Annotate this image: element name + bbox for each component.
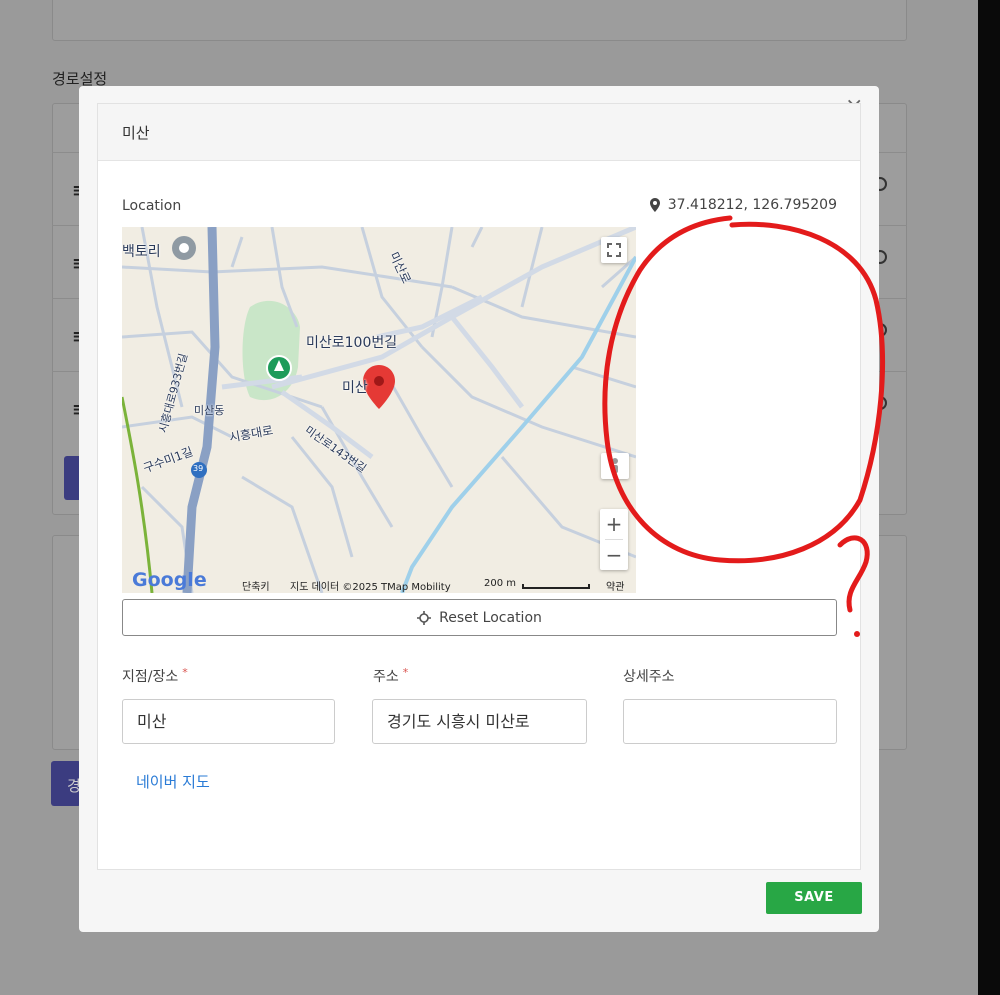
zoom-out-button[interactable]: −	[600, 540, 628, 570]
map-label: 미산	[342, 380, 368, 396]
detail-address-input[interactable]	[623, 699, 837, 744]
place-label-text: 지점/장소	[122, 669, 179, 685]
map-pin-icon	[649, 198, 660, 212]
fullscreen-icon	[607, 243, 621, 257]
modal-header: 미산	[98, 104, 860, 161]
route-number: 39	[193, 464, 204, 473]
map-label: 백토리	[122, 244, 161, 260]
reset-location-button[interactable]: Reset Location	[122, 599, 837, 636]
google-logo: Google	[132, 569, 207, 591]
coordinates-display: 37.418212, 126.795209	[649, 197, 837, 213]
scale-bar	[522, 584, 590, 589]
background-bottom-button: 경	[51, 761, 81, 806]
save-button[interactable]: SAVE	[766, 882, 862, 914]
zoom-control: + −	[600, 509, 628, 570]
reset-location-label: Reset Location	[439, 609, 542, 626]
address-label: 주소 *	[373, 666, 408, 686]
address-input[interactable]: 경기도 시흥시 미산로	[372, 699, 587, 744]
pegman-icon	[612, 458, 618, 473]
zoom-in-button[interactable]: +	[600, 509, 628, 539]
location-label: Location	[122, 198, 182, 214]
map-label: 미산동	[194, 404, 225, 417]
map-attribution-bar: Google 단축키 지도 데이터 ©2025 TMap Mobility 20…	[122, 569, 636, 593]
detail-address-label: 상세주소	[623, 669, 675, 685]
fullscreen-button[interactable]	[601, 237, 627, 263]
map-view[interactable]: 백토리 미산로 미산로100번길 미산 시흥대로933번길 미산동 시흥대로 구…	[122, 227, 636, 593]
map-scale: 200 m	[484, 578, 517, 589]
modal-title: 미산	[122, 124, 150, 142]
street-view-button[interactable]	[601, 453, 629, 479]
address-label-text: 주소	[373, 669, 399, 685]
window-edge	[978, 0, 1000, 995]
required-mark: *	[402, 666, 409, 679]
place-label: 지점/장소 *	[122, 666, 188, 686]
required-mark: *	[182, 666, 188, 679]
crosshair-icon	[417, 610, 432, 625]
terms-link[interactable]: 약관	[606, 578, 624, 593]
map-label: 미산로100번길	[306, 335, 398, 351]
naver-map-link[interactable]: 네이버 지도	[136, 771, 210, 792]
keyboard-shortcuts-link[interactable]: 단축키	[242, 578, 270, 593]
map-data-credit: 지도 데이터 ©2025 TMap Mobility	[290, 582, 451, 593]
coordinates-text: 37.418212, 126.795209	[667, 197, 837, 213]
place-input[interactable]: 미산	[122, 699, 335, 744]
background-top-panel	[52, 0, 907, 41]
